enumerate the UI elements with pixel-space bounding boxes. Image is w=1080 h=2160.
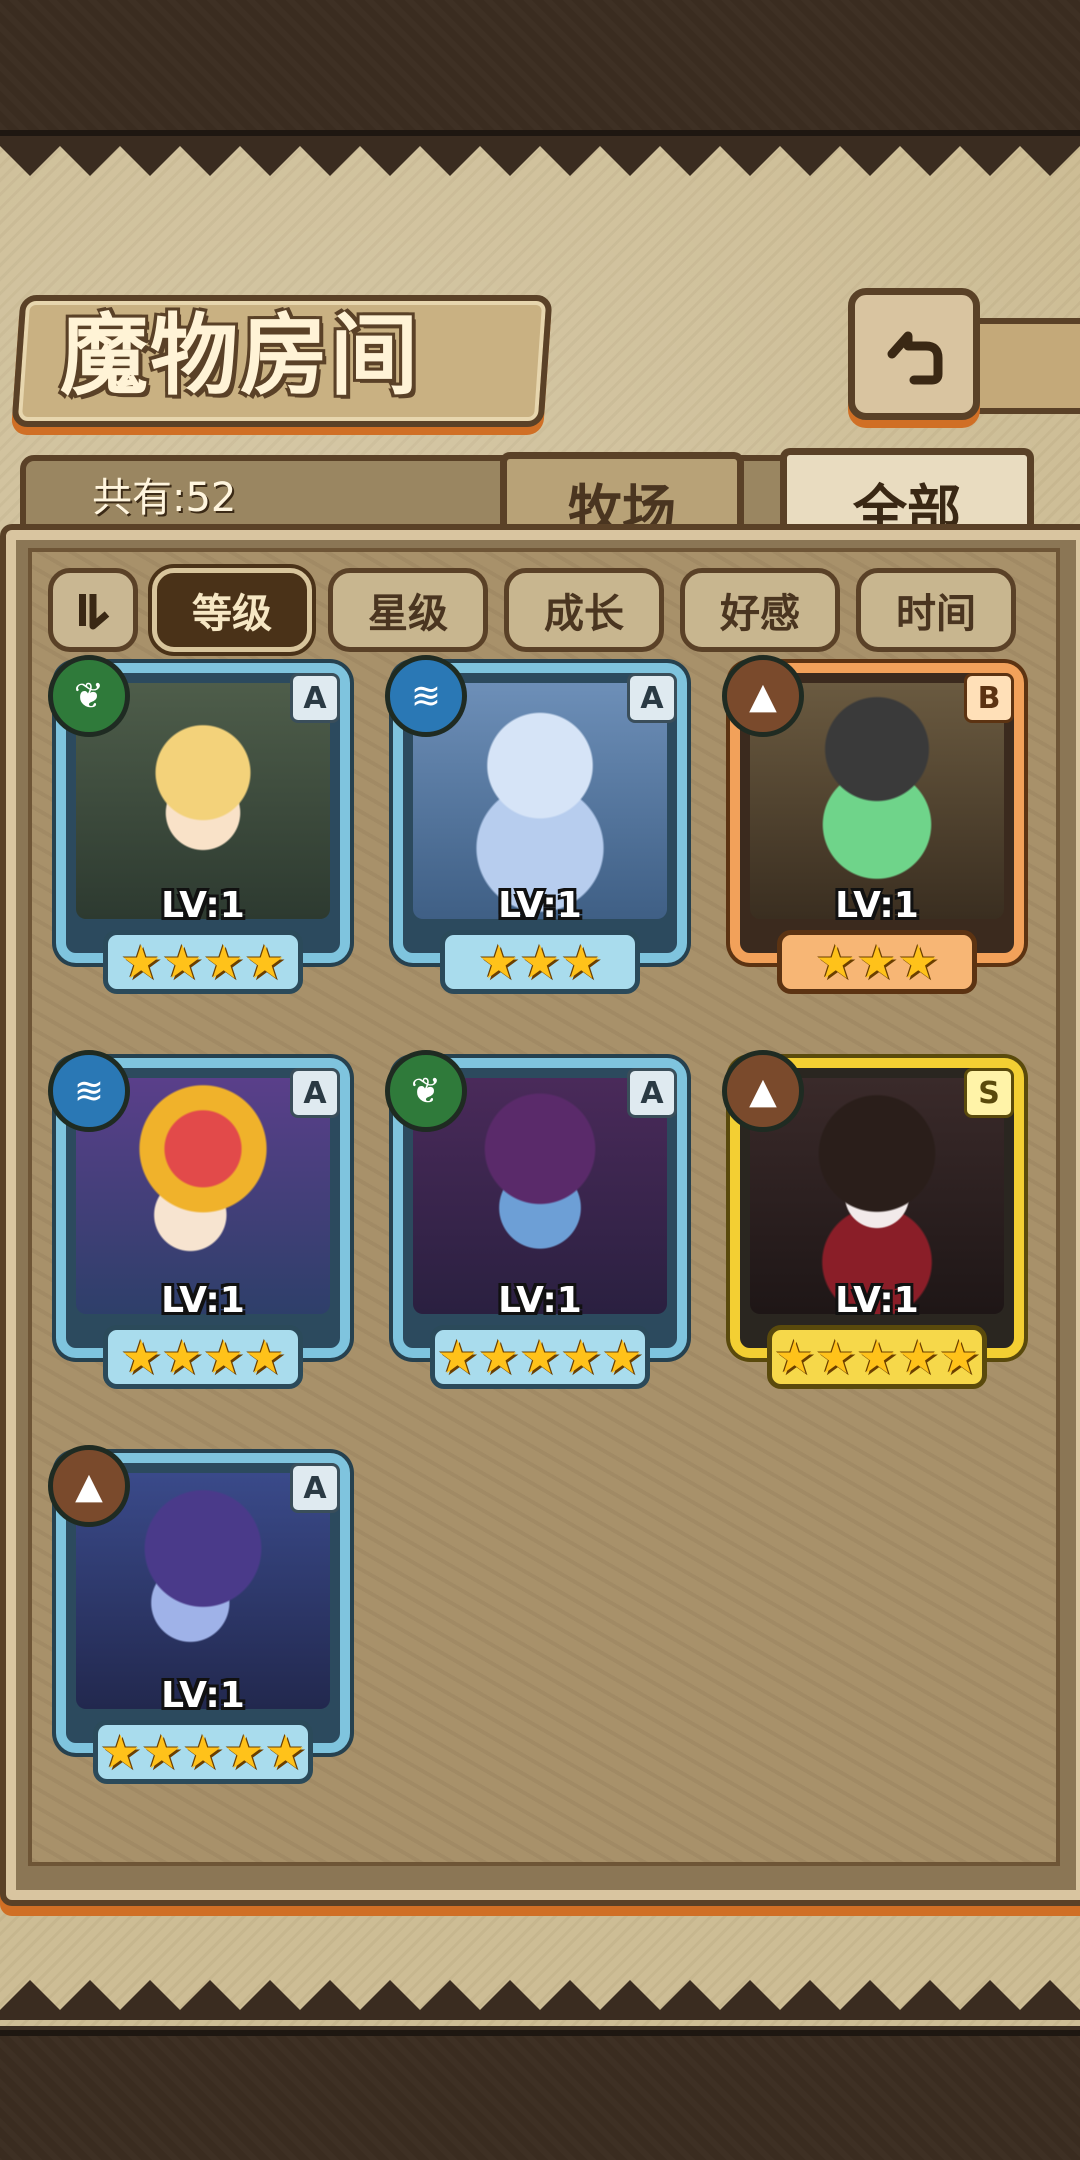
monster-level: LV:1 (161, 1675, 245, 1716)
rank-badge: A (627, 1068, 677, 1118)
star-icon: ★ (161, 935, 203, 989)
star-icon: ★ (244, 935, 286, 989)
star-icon: ★ (161, 1330, 203, 1384)
star-icon: ★ (223, 1725, 265, 1779)
star-rating: ★ ★ ★ ★ (103, 930, 303, 994)
monster-card[interactable]: ▲ A LV:1 ★ ★ ★ ★ ★ (48, 1445, 358, 1790)
monster-card[interactable]: ≋ A LV:1 ★ ★ ★ (385, 655, 695, 1000)
earth-icon: ▲ (722, 655, 804, 737)
star-rating: ★ ★ ★ (440, 930, 640, 994)
back-arrow-icon (887, 331, 943, 385)
star-icon: ★ (938, 1330, 981, 1384)
star-icon: ★ (436, 1330, 479, 1384)
leaf-icon: ❦ (385, 1050, 467, 1132)
monster-level: LV:1 (835, 885, 919, 926)
star-icon: ★ (519, 935, 561, 989)
monster-level: LV:1 (161, 1280, 245, 1321)
star-rating: ★ ★ ★ ★ (103, 1325, 303, 1389)
monster-level: LV:1 (498, 1280, 582, 1321)
rank-badge: B (964, 673, 1014, 723)
sort-order-toggle[interactable] (48, 568, 138, 652)
star-icon: ★ (478, 1330, 520, 1384)
filter-affection[interactable]: 好感 (680, 568, 840, 652)
page-title: 魔物房间 (60, 303, 421, 407)
rank-badge: A (627, 673, 677, 723)
earth-icon: ▲ (722, 1050, 804, 1132)
star-icon: ★ (773, 1330, 816, 1384)
earth-icon: ▲ (48, 1445, 130, 1527)
star-icon: ★ (519, 1330, 561, 1384)
star-icon: ★ (264, 1725, 307, 1779)
leaf-icon: ❦ (48, 655, 130, 737)
star-icon: ★ (244, 1330, 286, 1384)
rank-badge: A (290, 1068, 340, 1118)
monster-card[interactable]: ❦ A LV:1 ★ ★ ★ ★ ★ (385, 1050, 695, 1395)
star-icon: ★ (560, 1330, 602, 1384)
star-icon: ★ (856, 935, 898, 989)
star-icon: ★ (182, 1725, 224, 1779)
star-rating: ★ ★ ★ ★ ★ (767, 1325, 987, 1389)
monster-card[interactable]: ≋ A LV:1 ★ ★ ★ ★ (48, 1050, 358, 1395)
star-icon: ★ (601, 1330, 644, 1384)
sort-order-icon (79, 594, 110, 630)
star-rating: ★ ★ ★ ★ ★ (93, 1720, 313, 1784)
bottom-zigzag-edge (0, 1980, 1080, 2020)
monster-card[interactable]: ▲ B LV:1 ★ ★ ★ (722, 655, 1032, 1000)
monster-card[interactable]: ▲ S LV:1 ★ ★ ★ ★ ★ (722, 1050, 1032, 1395)
star-icon: ★ (120, 935, 162, 989)
star-icon: ★ (897, 935, 939, 989)
star-icon: ★ (815, 935, 857, 989)
monster-count: 共有:52 (92, 475, 237, 521)
star-rating: ★ ★ ★ (777, 930, 977, 994)
star-icon: ★ (897, 1330, 939, 1384)
rank-badge: A (290, 673, 340, 723)
water-icon: ≋ (48, 1050, 130, 1132)
star-icon: ★ (203, 1330, 245, 1384)
star-icon: ★ (856, 1330, 898, 1384)
star-icon: ★ (560, 935, 602, 989)
rank-badge: S (964, 1068, 1014, 1118)
rank-badge: A (290, 1463, 340, 1513)
bottom-decor-band (0, 2030, 1080, 2160)
top-decor-band (0, 0, 1080, 136)
monster-level: LV:1 (161, 885, 245, 926)
back-button[interactable] (848, 288, 980, 420)
star-icon: ★ (120, 1330, 162, 1384)
star-icon: ★ (203, 935, 245, 989)
star-rating: ★ ★ ★ ★ ★ (430, 1325, 650, 1389)
star-icon: ★ (478, 935, 520, 989)
filter-stars[interactable]: 星级 (328, 568, 488, 652)
filter-time[interactable]: 时间 (856, 568, 1016, 652)
monster-level: LV:1 (498, 885, 582, 926)
star-icon: ★ (99, 1725, 142, 1779)
star-icon: ★ (815, 1330, 857, 1384)
star-icon: ★ (141, 1725, 183, 1779)
top-zigzag-edge (0, 136, 1080, 176)
filter-level[interactable]: 等级 (152, 568, 312, 652)
monster-level: LV:1 (835, 1280, 919, 1321)
filter-growth[interactable]: 成长 (504, 568, 664, 652)
water-icon: ≋ (385, 655, 467, 737)
monster-card[interactable]: ❦ A LV:1 ★ ★ ★ ★ (48, 655, 358, 1000)
